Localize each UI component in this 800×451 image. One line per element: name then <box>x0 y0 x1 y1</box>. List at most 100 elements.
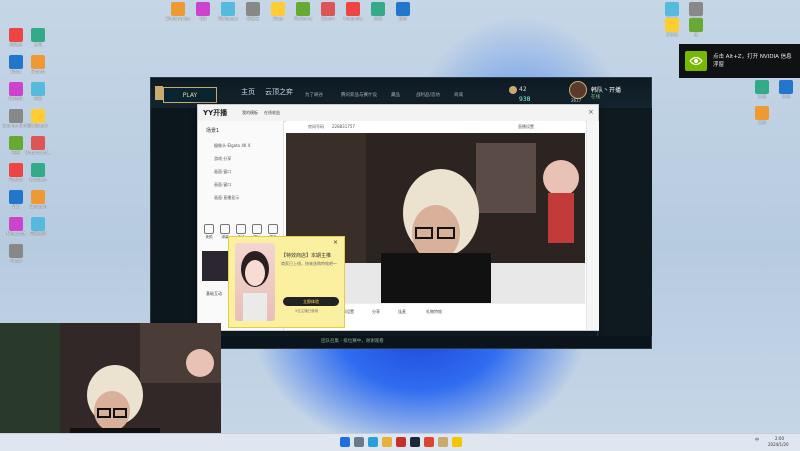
app-icon[interactable] <box>396 437 406 447</box>
nvidia-notification[interactable]: 点击 Alt+Z，打开 NVIDIA 信息浮窗 <box>679 44 800 78</box>
desktop-icon-label: Sunlogin <box>29 204 47 209</box>
desktop-icon[interactable]: Dragons of... <box>25 136 51 166</box>
netease-icon[interactable] <box>424 437 434 447</box>
desktop-icon-label: 英雄联盟 <box>30 231 46 236</box>
tab-template[interactable]: 我的模板 <box>242 110 258 116</box>
image-icon <box>252 224 262 234</box>
app-icon <box>689 2 703 16</box>
desktop-icon[interactable]: Lossless <box>26 163 50 193</box>
desktop-icon-label: 微信 <box>399 16 407 21</box>
tab-earnings[interactable]: 在线收益 <box>264 110 280 116</box>
start-icon[interactable] <box>340 437 350 447</box>
app-icon <box>31 82 45 96</box>
nvidia-icon <box>685 51 707 71</box>
desktop-icon-label: Wallpaper <box>217 16 238 21</box>
nav-sub-4[interactable]: 商城 <box>454 92 463 98</box>
nav-tft[interactable]: 云顶之弈 <box>265 87 293 97</box>
app-icon <box>31 55 45 69</box>
desktop-icon-label: 文档 <box>782 94 790 99</box>
app-icon <box>9 55 23 69</box>
desktop-icon[interactable]: Edge <box>266 2 290 32</box>
desktop-icon[interactable]: Imagenie <box>341 2 365 32</box>
app-icon <box>9 163 23 177</box>
desktop-icon[interactable]: 雷电 <box>26 28 50 58</box>
nav-sub-2[interactable]: 藏品 <box>391 92 400 98</box>
preview-top-bar: 房间号码 228831757 直播设置 <box>286 121 585 133</box>
yy-icon[interactable] <box>452 437 462 447</box>
desktop-icon[interactable]: 网易 <box>26 82 50 112</box>
app-icon <box>31 109 45 123</box>
desktop-icon[interactable]: 文档 <box>774 80 798 110</box>
source-item[interactable]: 游戏·分享 <box>214 156 231 162</box>
profile-name: 韩队丶开播 <box>591 87 622 94</box>
app-icon <box>665 18 679 32</box>
app-icon <box>31 217 45 231</box>
yy-logo: YY开播 <box>203 109 228 117</box>
game-footer: 团队召集 · 排位赛中，谢谢观看 <box>201 336 651 348</box>
source-item[interactable]: 画面·直播显示 <box>214 195 239 201</box>
bottom-btn-2[interactable]: 分享 <box>372 309 380 315</box>
desktop-icon[interactable]: Sunlogin <box>26 190 50 220</box>
desktop-icon[interactable]: 谷歌 <box>366 2 390 32</box>
room-id: 228831757 <box>332 124 355 129</box>
app-icon <box>31 28 45 42</box>
app-icon <box>779 80 793 94</box>
scene-title[interactable]: 场景1 <box>206 127 219 134</box>
desktop-icon[interactable]: 微信 <box>391 2 415 32</box>
mini-preview <box>202 251 228 281</box>
desktop-icon[interactable]: cheat <box>4 244 28 274</box>
app-icon <box>9 82 23 96</box>
source-item[interactable]: 摄像头-Elgato 4K X <box>214 143 251 149</box>
app-icon <box>196 2 210 16</box>
tool-beauty[interactable]: 美颜 <box>202 224 216 242</box>
game-left-panel <box>151 108 201 348</box>
app-icon <box>371 2 385 16</box>
search-icon[interactable] <box>354 437 364 447</box>
desktop-icon-label: Smash <box>31 69 45 74</box>
nav-sub-3[interactable]: 战利品/造坊 <box>416 92 440 98</box>
app-icon <box>665 2 679 16</box>
source-item[interactable]: 画面·窗口 <box>214 169 231 175</box>
edge-icon[interactable] <box>368 437 378 447</box>
app-icon <box>271 2 285 16</box>
bottom-btn-4[interactable]: 礼物特效 <box>426 309 442 315</box>
lol-icon[interactable] <box>438 437 448 447</box>
avatar[interactable] <box>569 81 587 99</box>
desktop-icon[interactable]: QQ <box>191 2 215 32</box>
room-label: 房间号码 <box>308 124 324 129</box>
nav-home[interactable]: 主页 <box>241 87 255 97</box>
yy-title-bar: YY开播 我的模板 在线收益 × <box>198 105 598 122</box>
desktop-icon-label: 文档 <box>758 120 766 125</box>
beauty-icon <box>204 224 214 234</box>
play-button[interactable]: PLAY <box>163 87 217 103</box>
popup-title: 【特效商店】本期主推 <box>281 253 332 259</box>
app-icon <box>31 163 45 177</box>
effect-shop-popup[interactable]: × 【特效商店】本期主推 商家已上线，快来选购特效吧～ 立即体验 5位主播已使用 <box>228 236 345 328</box>
try-now-button[interactable]: 立即体验 <box>283 297 339 306</box>
source-item[interactable]: 画面·窗口 <box>214 182 231 188</box>
desktop-icon-label: Imagenie <box>343 16 363 21</box>
app-icon <box>9 190 23 204</box>
desktop-icon[interactable]: Wallpaper <box>26 109 50 139</box>
desktop-icon[interactable]: Smash <box>26 55 50 85</box>
close-icon[interactable]: × <box>588 108 594 116</box>
desktop-icon[interactable]: 英雄联盟 <box>26 217 50 247</box>
folder-icon[interactable] <box>382 437 392 447</box>
desktop-icon[interactable]: 网易云 <box>241 2 265 32</box>
close-icon[interactable]: × <box>333 239 338 246</box>
lang-indicator[interactable]: 中 <box>755 437 759 443</box>
desktop-icon[interactable]: Shadowplay <box>166 2 190 32</box>
clock-time[interactable]: 2:00 <box>775 436 784 441</box>
desktop-icon[interactable]: WeGame <box>291 2 315 32</box>
nav-sub-1[interactable]: 腾讯新品与赛什设 <box>341 92 377 98</box>
app-icon <box>9 136 23 150</box>
desktop-icon-label: Steam <box>321 16 335 21</box>
bottom-btn-3[interactable]: 连麦 <box>398 309 406 315</box>
desktop-icon[interactable]: 文档 <box>750 106 774 136</box>
nav-sub-0[interactable]: 为了峡谷 <box>305 92 323 98</box>
desktop-icon[interactable]: Wallpaper <box>216 2 240 32</box>
steam-icon[interactable] <box>410 437 420 447</box>
stream-settings[interactable]: 直播设置 <box>518 124 534 130</box>
desktop-icon[interactable]: Steam <box>316 2 340 32</box>
clock-date[interactable]: 2024/1/20 <box>768 442 789 447</box>
